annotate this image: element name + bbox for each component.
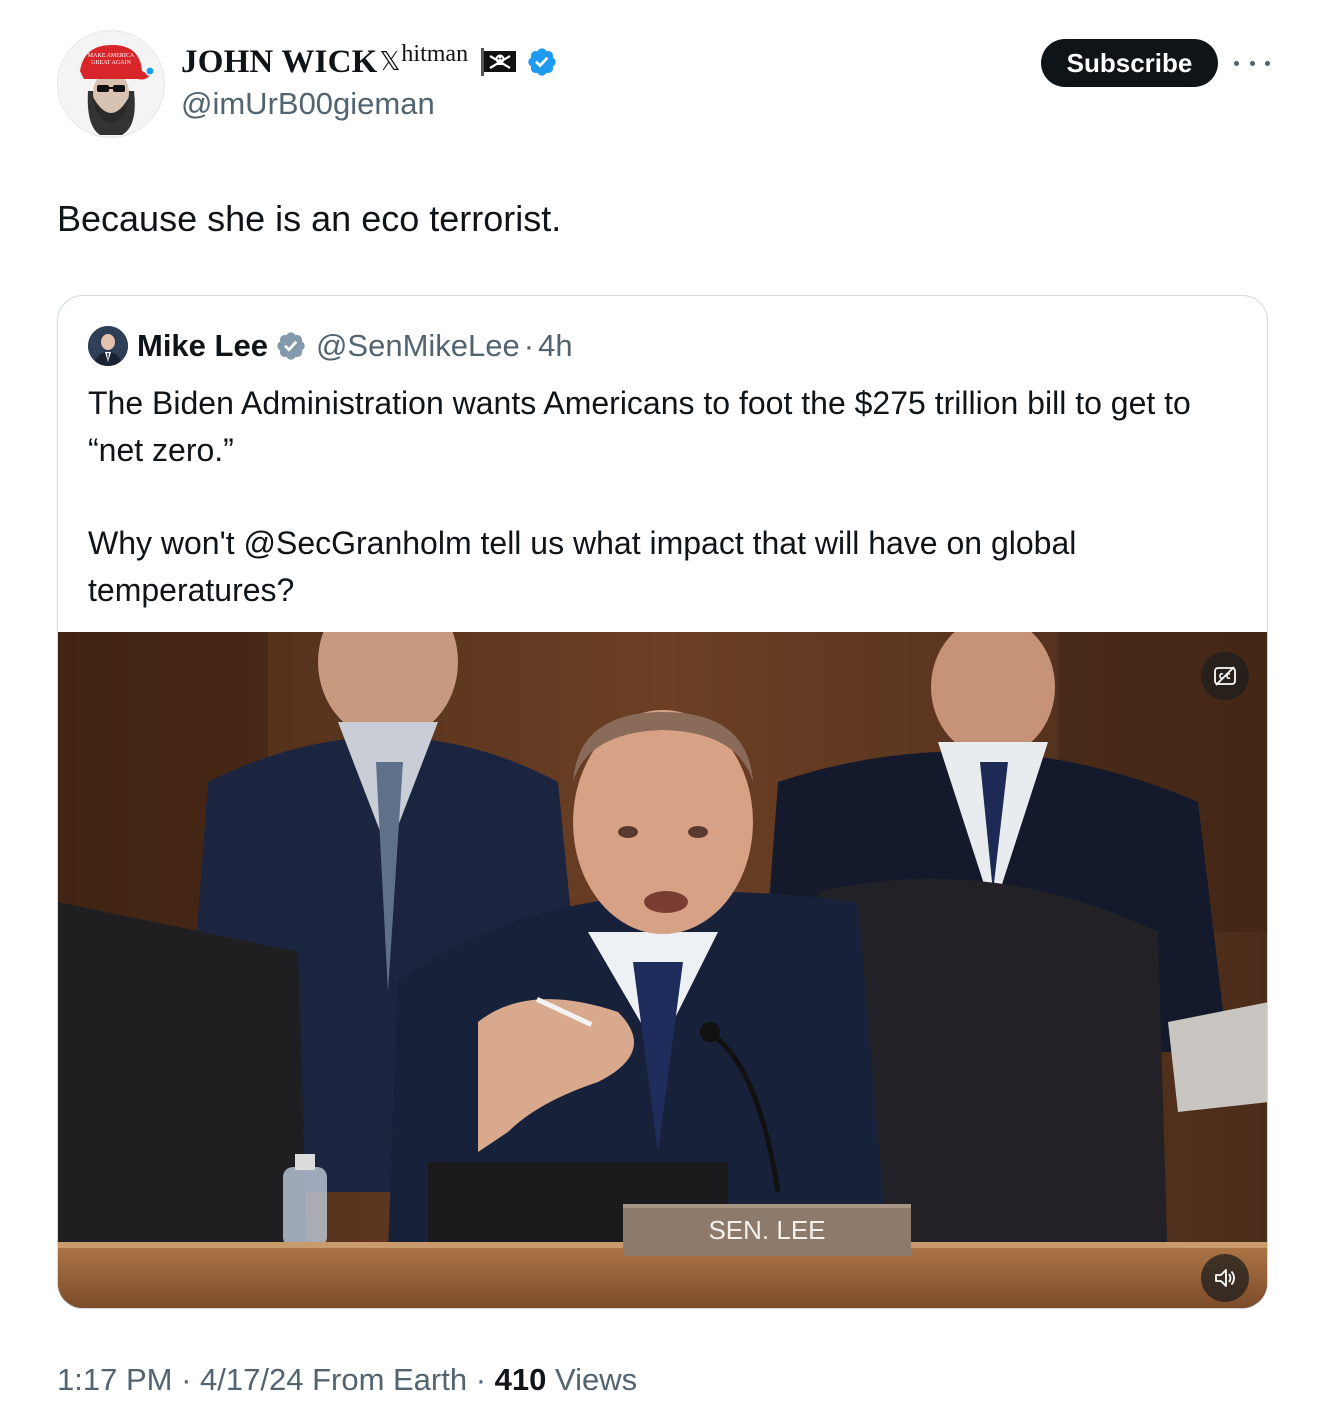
meta-sep: · <box>172 1362 201 1397</box>
author-display-name[interactable]: JOHN WICK <box>181 44 377 81</box>
quoted-author-avatar[interactable] <box>88 326 128 366</box>
verified-badge-gray-icon <box>277 332 305 360</box>
nameplate-text: SEN. LEE <box>708 1215 825 1245</box>
captions-off-icon[interactable] <box>1201 652 1249 700</box>
author-avatar[interactable]: MAKE AMERICA GREAT AGAIN <box>57 30 165 138</box>
quoted-author-handle[interactable]: @SenMikeLee <box>316 328 520 364</box>
views-count[interactable]: 410 <box>495 1362 547 1397</box>
tweet-source: From Earth <box>303 1362 468 1397</box>
quoted-paragraph-1: The Biden Administration wants Americans… <box>88 385 1191 468</box>
subscribe-button[interactable]: Subscribe <box>1041 39 1218 87</box>
views-label: Views <box>546 1362 638 1397</box>
tweet-time[interactable]: 1:17 PM <box>57 1362 172 1397</box>
svg-text:MAKE AMERICA: MAKE AMERICA <box>88 53 135 59</box>
quoted-tweet-card[interactable]: Mike Lee @SenMikeLee · 4h The Biden Admi… <box>57 295 1268 1309</box>
verified-badge-icon <box>528 48 556 76</box>
author-handle[interactable]: @imUrB00gieman <box>181 86 435 122</box>
more-horizontal-icon[interactable] <box>1234 48 1270 78</box>
quoted-tweet-body: The Biden Administration wants Americans… <box>88 380 1228 614</box>
quoted-timestamp[interactable]: 4h <box>538 328 572 364</box>
x-logo-text: 𝕏 <box>379 47 401 77</box>
meta-sep: · <box>467 1362 495 1397</box>
separator-dot: · <box>523 328 535 363</box>
tweet-text: Because she is an eco terrorist. <box>57 198 562 239</box>
svg-text:GREAT AGAIN: GREAT AGAIN <box>91 60 131 66</box>
speaker-icon[interactable] <box>1201 1254 1249 1302</box>
video-player[interactable]: SEN. LEE <box>58 632 1267 1308</box>
quoted-tweet-header: Mike Lee @SenMikeLee · 4h <box>88 324 573 368</box>
pirate-flag-icon <box>480 47 518 77</box>
author-name-suffix: hitman <box>401 40 469 67</box>
author-name-row[interactable]: JOHN WICK 𝕏 hitman <box>181 40 558 84</box>
quoted-paragraph-2: Why won't @SecGranholm tell us what impa… <box>88 525 1077 608</box>
quoted-author-name[interactable]: Mike Lee <box>137 328 268 364</box>
tweet-metadata: 1:17 PM · 4/17/24 From Earth · 410 Views <box>57 1362 637 1398</box>
tweet-date[interactable]: 4/17/24 <box>200 1362 303 1397</box>
